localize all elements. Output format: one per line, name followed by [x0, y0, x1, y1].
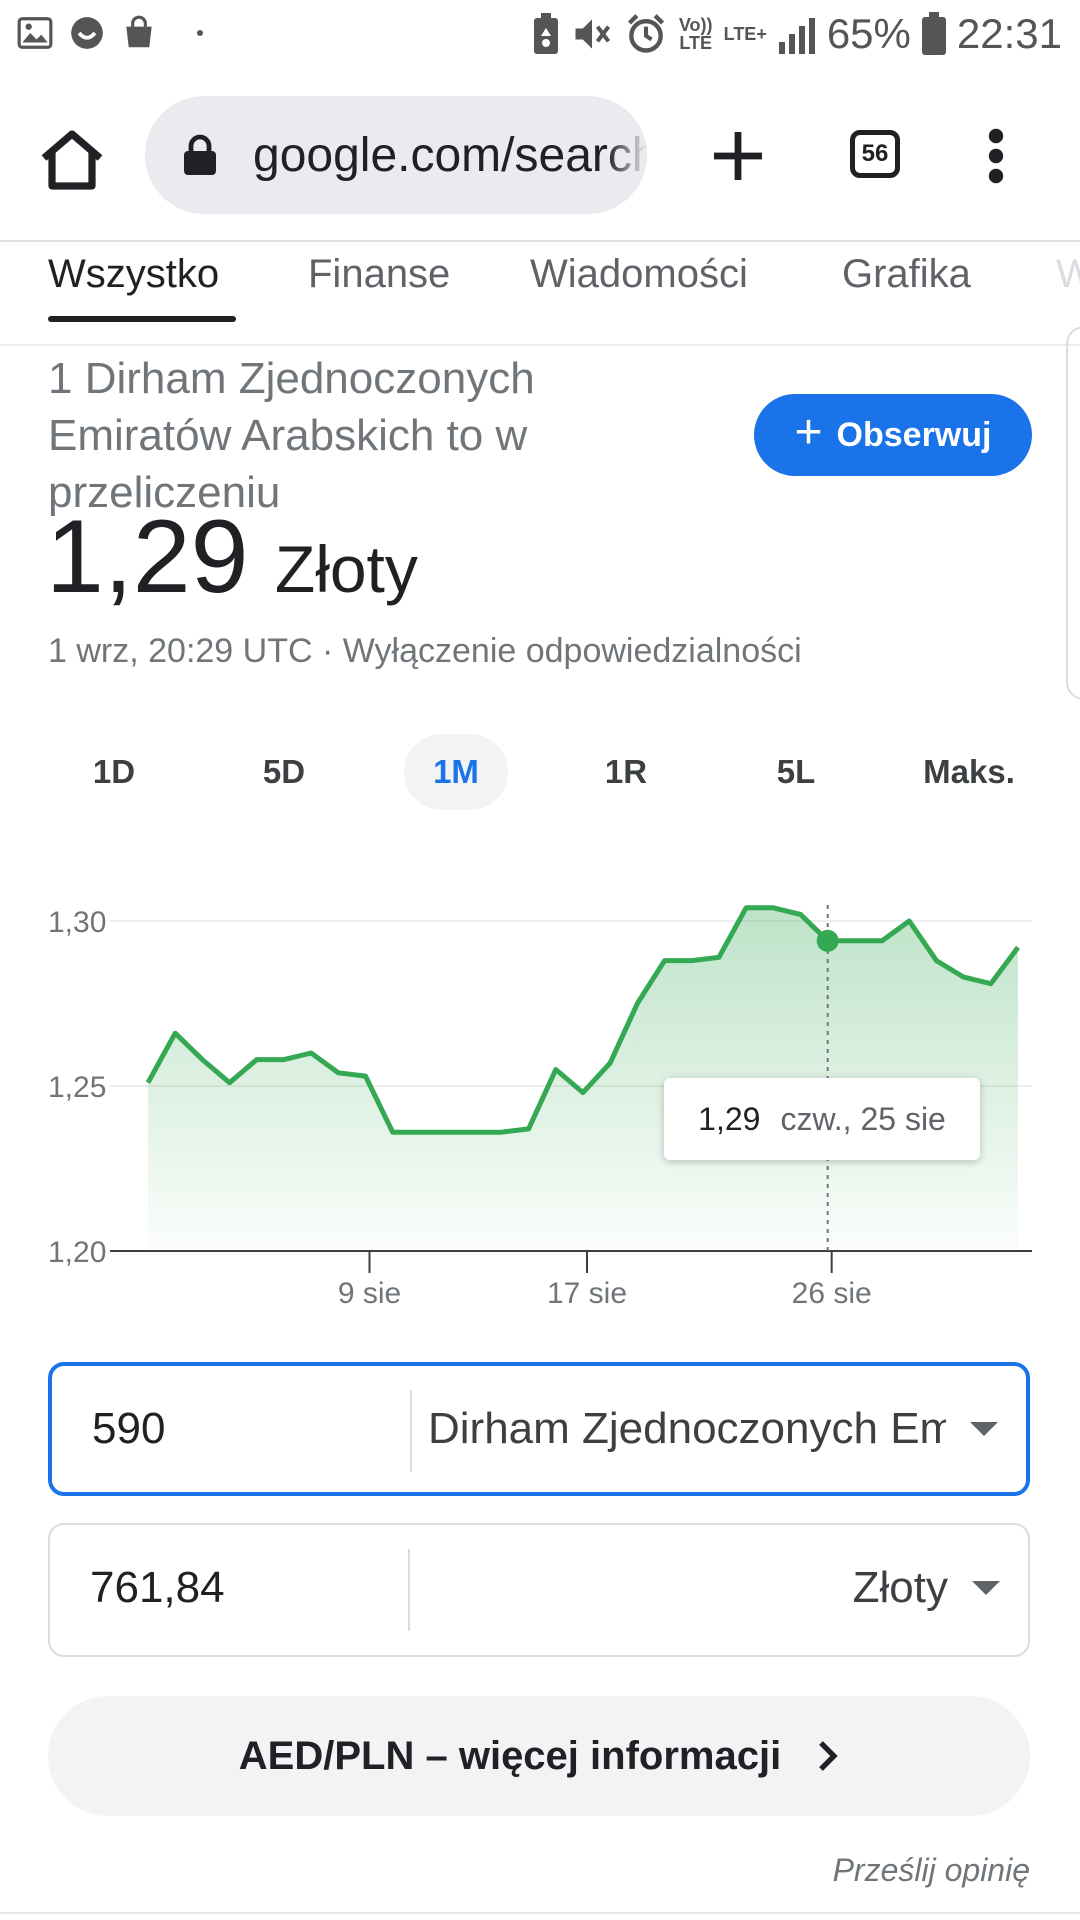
volte-icon: Vo)) LTE [678, 15, 713, 53]
status-bar: Vo)) LTE LTE+ 65% 22:31 [0, 0, 1080, 76]
active-tab-indicator [48, 316, 236, 322]
y-tick-label: 1,20 [48, 1236, 106, 1269]
smiley-icon [71, 17, 103, 49]
more-info-button[interactable]: AED/PLN – więcej informacji [48, 1696, 1030, 1816]
dot-icon [197, 30, 203, 36]
chart-tooltip: 1,29 czw., 25 sie [664, 1078, 980, 1160]
range-1d[interactable]: 1D [62, 734, 166, 810]
side-card-edge [1066, 326, 1080, 700]
x-tick-label: 17 sie [547, 1277, 627, 1310]
to-currency-box: 761,84 Złoty [48, 1523, 1030, 1657]
rate-currency: Złoty [274, 532, 418, 606]
to-amount-input[interactable]: 761,84 [90, 1563, 225, 1613]
to-separator [408, 1549, 410, 1631]
url-bar[interactable]: google.com/search [145, 96, 647, 214]
new-tab-icon[interactable] [712, 130, 764, 182]
follow-button[interactable]: + Obserwuj [754, 394, 1032, 476]
y-tick-label: 1,25 [48, 1071, 106, 1104]
range-5l[interactable]: 5L [744, 734, 848, 810]
tab-news[interactable]: Wiadomości [530, 252, 748, 297]
status-system: Vo)) LTE LTE+ 65% 22:31 [532, 10, 1062, 58]
status-notifications [16, 14, 206, 52]
rate-value: 1,29 [46, 499, 249, 615]
image-icon [17, 17, 53, 49]
tab-all[interactable]: Wszystko [48, 252, 219, 297]
url-text: google.com/search [253, 129, 647, 182]
plus-icon: + [794, 406, 823, 459]
range-1r[interactable]: 1R [574, 734, 678, 810]
lock-icon [184, 134, 216, 175]
from-amount-input[interactable]: 590 [92, 1404, 165, 1454]
range-max[interactable]: Maks. [914, 734, 1024, 810]
lte-plus-icon: LTE+ [723, 24, 767, 44]
range-5d[interactable]: 5D [232, 734, 336, 810]
bag-icon [126, 15, 152, 48]
feedback-link[interactable]: Prześlij opinię [833, 1852, 1030, 1889]
highlight-point [816, 929, 839, 952]
more-menu-icon[interactable] [986, 128, 1006, 184]
battery-icon [921, 12, 946, 55]
from-separator [410, 1390, 412, 1472]
range-1m[interactable]: 1M [404, 734, 508, 810]
from-currency-select[interactable]: Dirham Zjednoczonych Emiratów Arabskich [428, 1404, 946, 1454]
tab-more[interactable]: W [1056, 252, 1080, 297]
mute-icon [575, 19, 610, 49]
price-chart[interactable]: 1,30 1,25 1,20 9 sie 17 sie 26 sie 1,29 czw.,… [0, 860, 1080, 1330]
battery-percent: 65% [826, 10, 911, 57]
tab-images[interactable]: Grafika [842, 252, 971, 297]
follow-label: Obserwuj [836, 415, 992, 454]
url-fade [607, 96, 647, 214]
tabs-bottom-border [0, 344, 1080, 346]
range-selector: 1D 5D 1M 1R 5L Maks. [0, 734, 1080, 814]
battery-saver-icon [533, 13, 558, 54]
signal-icon [778, 18, 815, 54]
clock: 22:31 [956, 10, 1062, 57]
rate-timestamp-disclaimer[interactable]: 1 wrz, 20:29 UTC · Wyłączenie odpowiedzi… [48, 632, 802, 671]
toolbar-divider [0, 240, 1080, 242]
to-currency-select[interactable]: Złoty [426, 1563, 948, 1613]
from-currency-box: 590 Dirham Zjednoczonych Emiratów Arabsk… [48, 1362, 1030, 1496]
x-tick-label: 9 sie [338, 1277, 401, 1310]
bottom-divider [0, 1912, 1080, 1914]
chevron-right-icon [819, 1741, 838, 1771]
more-info-label: AED/PLN – więcej informacji [238, 1733, 782, 1778]
browser-toolbar: google.com/search 56 [0, 90, 1080, 220]
x-tick-label: 26 sie [792, 1277, 872, 1310]
tooltip-date: czw., 25 sie [780, 1100, 946, 1137]
tooltip-value: 1,29 [698, 1100, 761, 1137]
home-icon[interactable] [38, 128, 106, 192]
alarm-icon [627, 14, 664, 53]
exchange-rate: 1,29 Złoty [46, 498, 418, 617]
conversion-title: 1 Dirham Zjednoczonych Emiratów Arabskic… [48, 354, 535, 517]
tab-finance[interactable]: Finanse [308, 252, 450, 297]
dropdown-arrow-icon[interactable] [972, 1581, 1000, 1595]
dropdown-arrow-icon[interactable] [970, 1422, 998, 1436]
search-tabs: Wszystko Finanse Wiadomości Grafika W [0, 244, 1080, 344]
tab-switcher-button[interactable]: 56 [850, 130, 900, 178]
y-tick-label: 1,30 [48, 906, 106, 939]
